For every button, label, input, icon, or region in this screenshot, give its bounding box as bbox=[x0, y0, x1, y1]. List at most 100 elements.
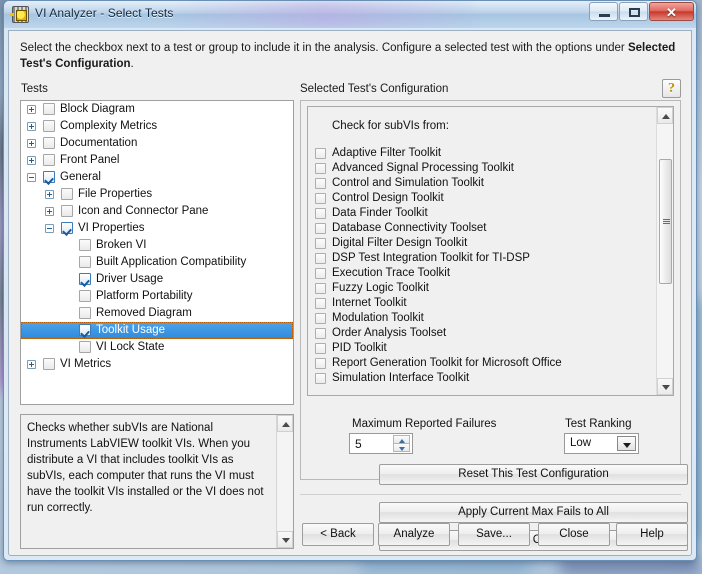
tree-item-checkbox[interactable] bbox=[61, 222, 73, 234]
toolkit-list-item[interactable]: Data Finder Toolkit bbox=[315, 206, 653, 221]
expand-icon[interactable] bbox=[27, 156, 36, 165]
toolkit-checkbox[interactable] bbox=[315, 343, 326, 354]
toolkit-checkbox[interactable] bbox=[315, 373, 326, 384]
toolkit-checkbox[interactable] bbox=[315, 298, 326, 309]
toolkit-list-item[interactable]: Fuzzy Logic Toolkit bbox=[315, 281, 653, 296]
tree-item[interactable]: General bbox=[21, 169, 293, 186]
tree-item[interactable]: VI Lock State bbox=[21, 339, 293, 356]
toolkit-checkbox[interactable] bbox=[315, 253, 326, 264]
tree-item-checkbox[interactable] bbox=[79, 256, 91, 268]
tree-item[interactable]: VI Properties bbox=[21, 220, 293, 237]
tree-item[interactable]: VI Metrics bbox=[21, 356, 293, 373]
expand-icon[interactable] bbox=[45, 207, 54, 216]
tree-item-checkbox[interactable] bbox=[61, 205, 73, 217]
toolkit-list-item[interactable]: Adaptive Filter Toolkit bbox=[315, 146, 653, 161]
toolkit-list-item[interactable]: Simulation Interface Toolkit bbox=[315, 371, 653, 386]
tree-item-checkbox[interactable] bbox=[79, 239, 91, 251]
minimize-button[interactable] bbox=[589, 2, 618, 21]
tree-item[interactable]: Documentation bbox=[21, 135, 293, 152]
toolkit-list-item[interactable]: Control Design Toolkit bbox=[315, 191, 653, 206]
tree-item[interactable]: Front Panel bbox=[21, 152, 293, 169]
scroll-down-icon[interactable] bbox=[657, 378, 673, 395]
tree-item-checkbox[interactable] bbox=[43, 154, 55, 166]
scroll-up-icon[interactable] bbox=[277, 415, 293, 432]
maximize-button[interactable] bbox=[619, 2, 648, 21]
tree-item[interactable]: Driver Usage bbox=[21, 271, 293, 288]
toolkit-checkbox[interactable] bbox=[315, 208, 326, 219]
toolkit-list-item[interactable]: Advanced Signal Processing Toolkit bbox=[315, 161, 653, 176]
expand-icon[interactable] bbox=[27, 105, 36, 114]
toolkit-list-item[interactable]: Execution Trace Toolkit bbox=[315, 266, 653, 281]
tree-item[interactable]: Removed Diagram bbox=[21, 305, 293, 322]
toolkit-checkbox[interactable] bbox=[315, 358, 326, 369]
tree-item-checkbox[interactable] bbox=[79, 290, 91, 302]
toolkit-list-item[interactable]: Internet Toolkit bbox=[315, 296, 653, 311]
tree-item-checkbox[interactable] bbox=[79, 307, 91, 319]
back-button[interactable]: < Back bbox=[302, 523, 374, 546]
context-help-icon[interactable]: ? bbox=[662, 79, 681, 98]
tree-item-checkbox[interactable] bbox=[43, 120, 55, 132]
toolkit-checkbox[interactable] bbox=[315, 283, 326, 294]
expand-icon[interactable] bbox=[27, 360, 36, 369]
tree-item-checkbox[interactable] bbox=[43, 103, 55, 115]
expand-icon[interactable] bbox=[45, 190, 54, 199]
tree-item-checkbox[interactable] bbox=[43, 137, 55, 149]
toolkit-list-item[interactable]: PID Toolkit bbox=[315, 341, 653, 356]
toolkit-list-item[interactable]: DSP Test Integration Toolkit for TI-DSP bbox=[315, 251, 653, 266]
tree-item[interactable]: Toolkit Usage bbox=[21, 322, 293, 339]
save-button[interactable]: Save... bbox=[458, 523, 530, 546]
toolkit-list-item[interactable]: Order Analysis Toolset bbox=[315, 326, 653, 341]
toolkit-checkbox[interactable] bbox=[315, 193, 326, 204]
tree-item-checkbox[interactable] bbox=[79, 273, 91, 285]
tree-item-checkbox[interactable] bbox=[61, 188, 73, 200]
tree-item[interactable]: Built Application Compatibility bbox=[21, 254, 293, 271]
tree-item[interactable]: Complexity Metrics bbox=[21, 118, 293, 135]
reset-this-test-configuration-button[interactable]: Reset This Test Configuration bbox=[379, 464, 688, 485]
toolkit-checkbox[interactable] bbox=[315, 268, 326, 279]
analyze-button[interactable]: Analyze bbox=[378, 523, 450, 546]
apply-current-max-fails-to-all-button[interactable]: Apply Current Max Fails to All bbox=[379, 502, 688, 523]
toolkit-list-item[interactable]: Report Generation Toolkit for Microsoft … bbox=[315, 356, 653, 371]
toolkit-checkbox[interactable] bbox=[315, 178, 326, 189]
stepper-down-icon[interactable] bbox=[393, 443, 410, 452]
toolkit-list-item[interactable]: Database Connectivity Toolset bbox=[315, 221, 653, 236]
chevron-down-icon[interactable] bbox=[617, 436, 636, 451]
toolkit-list-item[interactable]: Modulation Toolkit bbox=[315, 311, 653, 326]
close-button[interactable]: Close bbox=[538, 523, 610, 546]
toolkit-list-item[interactable]: Digital Filter Design Toolkit bbox=[315, 236, 653, 251]
toolkit-checkbox[interactable] bbox=[315, 238, 326, 249]
toolkit-label: Simulation Interface Toolkit bbox=[332, 372, 470, 384]
test-ranking-select[interactable]: Low bbox=[564, 433, 639, 454]
tree-item-checkbox[interactable] bbox=[79, 341, 91, 353]
titlebar-sheen bbox=[174, 1, 474, 28]
tree-item[interactable]: Icon and Connector Pane bbox=[21, 203, 293, 220]
max-reported-failures-stepper[interactable]: 5 bbox=[349, 433, 413, 454]
toolkit-list-item[interactable]: Control and Simulation Toolkit bbox=[315, 176, 653, 191]
tree-item[interactable]: File Properties bbox=[21, 186, 293, 203]
toolkit-checkbox[interactable] bbox=[315, 313, 326, 324]
tree-item[interactable]: Block Diagram bbox=[21, 101, 293, 118]
title-bar[interactable]: VI Analyzer - Select Tests ✕ bbox=[4, 1, 696, 28]
scrollbar-thumb[interactable] bbox=[659, 159, 672, 284]
toolkit-list-scrollbar[interactable] bbox=[656, 107, 673, 395]
tests-tree[interactable]: Block Diagram Complexity Metrics Documenta… bbox=[20, 100, 294, 405]
collapse-icon[interactable] bbox=[27, 173, 36, 182]
toolkit-label: Order Analysis Toolset bbox=[332, 327, 447, 339]
expand-icon[interactable] bbox=[27, 122, 36, 131]
collapse-icon[interactable] bbox=[45, 224, 54, 233]
toolkit-checkbox[interactable] bbox=[315, 328, 326, 339]
toolkit-checkbox[interactable] bbox=[315, 223, 326, 234]
expand-icon[interactable] bbox=[27, 139, 36, 148]
tree-item-checkbox[interactable] bbox=[43, 358, 55, 370]
help-button[interactable]: Help bbox=[616, 523, 688, 546]
toolkit-label: Advanced Signal Processing Toolkit bbox=[332, 162, 514, 174]
tree-item-checkbox[interactable] bbox=[79, 324, 91, 336]
toolkit-checkbox[interactable] bbox=[315, 163, 326, 174]
tree-item[interactable]: Platform Portability bbox=[21, 288, 293, 305]
toolkit-list[interactable]: Check for subVIs from: Adaptive Filter T… bbox=[307, 106, 674, 396]
tree-item[interactable]: Broken VI bbox=[21, 237, 293, 254]
close-window-button[interactable]: ✕ bbox=[649, 2, 694, 21]
toolkit-checkbox[interactable] bbox=[315, 148, 326, 159]
tree-item-checkbox[interactable] bbox=[43, 171, 55, 183]
scroll-up-icon[interactable] bbox=[657, 107, 673, 124]
